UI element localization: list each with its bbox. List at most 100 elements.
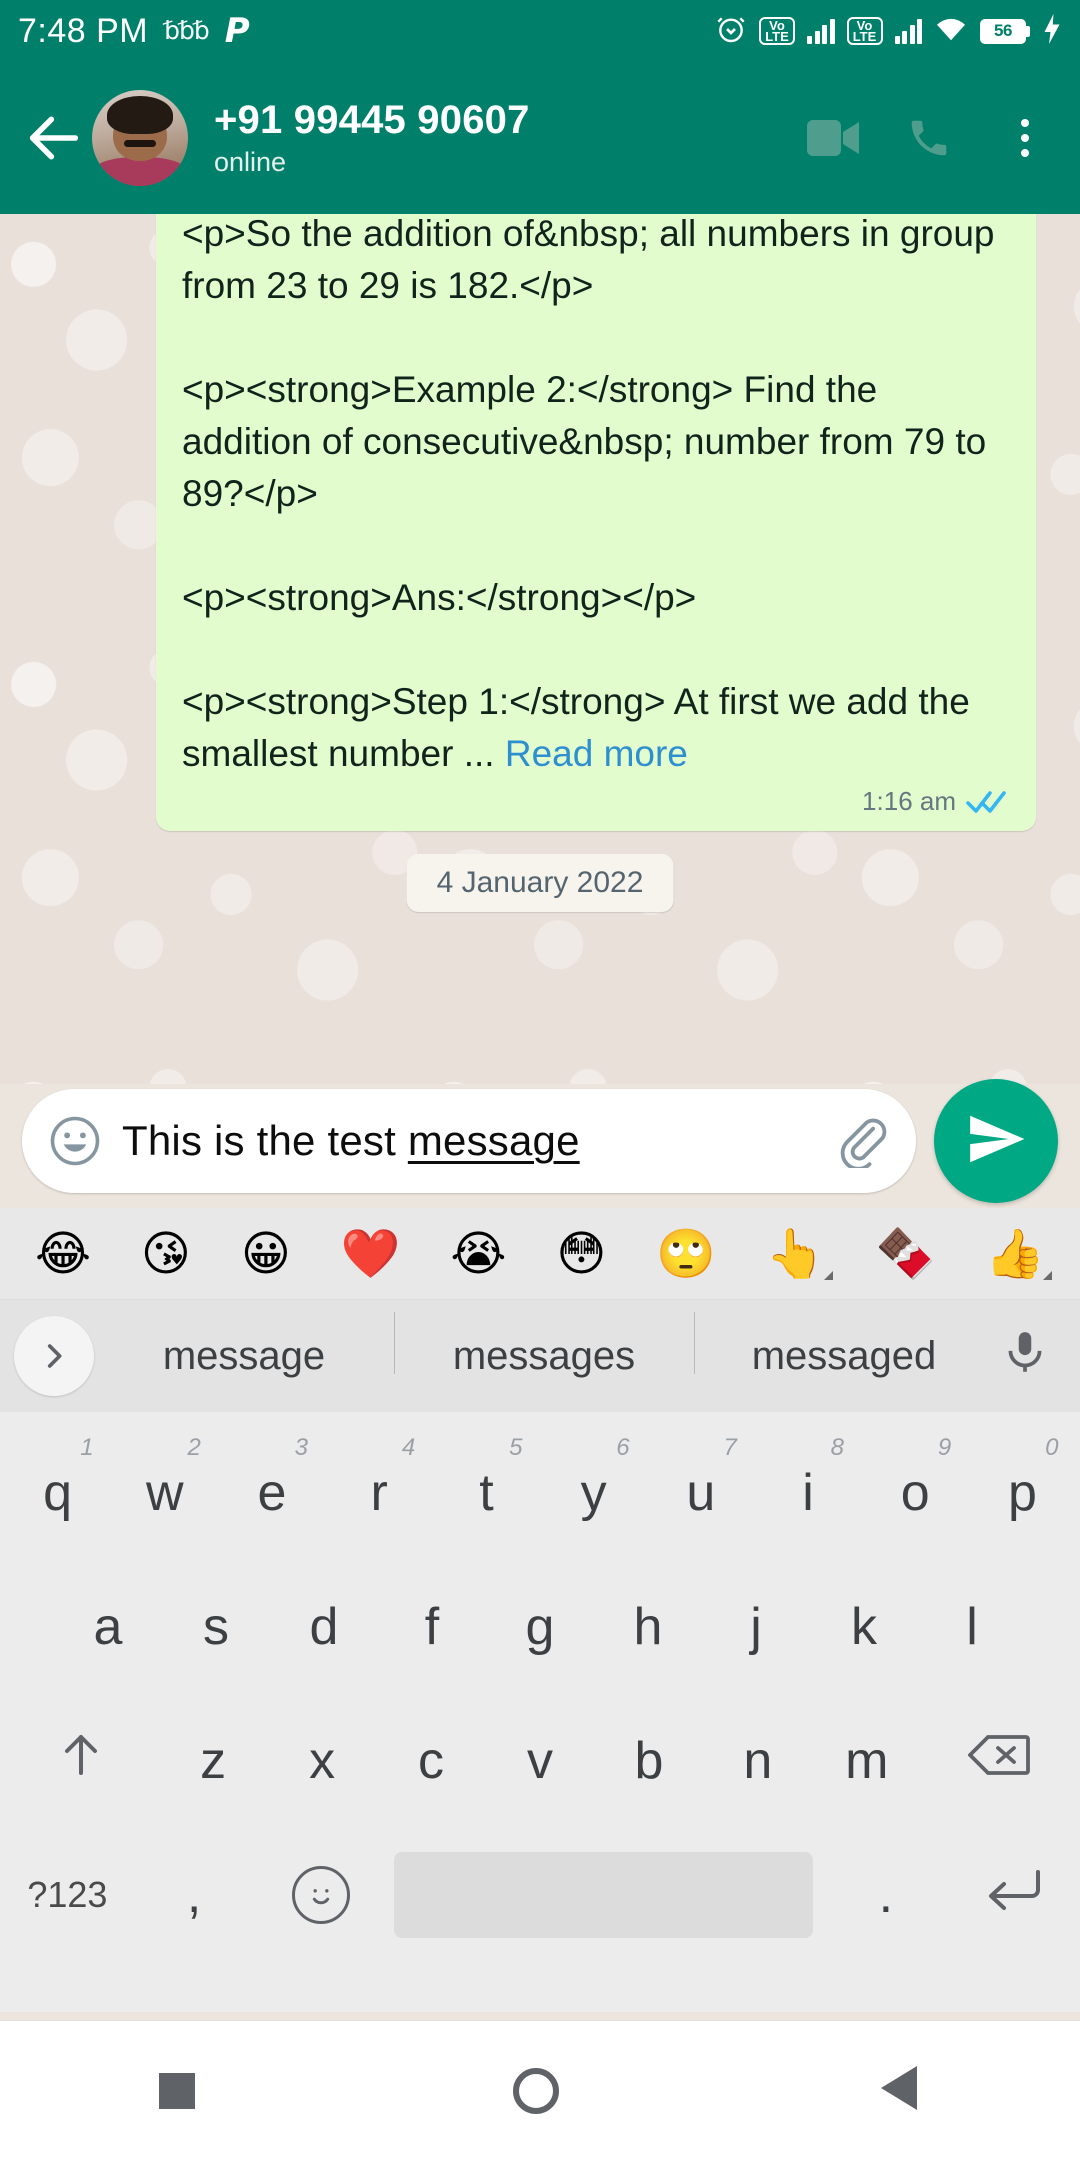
keyboard-row-2: a s d f g h j k l xyxy=(0,1560,1080,1694)
key-f[interactable]: f xyxy=(378,1560,486,1694)
back-arrow-icon[interactable] xyxy=(22,106,86,170)
emoji-quick-strip[interactable]: 😂 😘 😀 ❤️ 😭 😳 🙄 👆 🍫 👍 xyxy=(0,1208,1080,1300)
message-input[interactable]: This is the test message xyxy=(122,1117,816,1165)
emoji-face-with-rolling-eyes[interactable]: 🙄 xyxy=(656,1230,716,1278)
key-hint: 7 xyxy=(723,1434,737,1461)
chat-header-text[interactable]: +91 99445 90607 online xyxy=(214,98,530,178)
key-p[interactable]: 0p xyxy=(969,1426,1076,1560)
paperclip-icon[interactable] xyxy=(836,1114,890,1171)
signal-bars-2 xyxy=(894,18,922,44)
key-i[interactable]: 8i xyxy=(754,1426,861,1560)
key-v[interactable]: v xyxy=(486,1694,595,1828)
message-text: <p>So the addition of&nbsp; all numbers … xyxy=(182,214,995,774)
emoji-grinning-face[interactable]: 😀 xyxy=(241,1230,291,1278)
keyboard-row-1: 1q 2w 3e 4r 5t 6y 7u 8i 9o 0p xyxy=(0,1426,1080,1560)
message-input-pill[interactable]: This is the test message xyxy=(22,1089,916,1193)
comma-key[interactable]: , xyxy=(131,1828,258,1962)
emoji-red-heart[interactable]: ❤️ xyxy=(341,1230,401,1278)
keyboard-row-4: ?123 , . xyxy=(0,1828,1080,1962)
input-text-composing: message xyxy=(407,1117,580,1164)
status-bar-left: 7:48 PM ␢␢␢ P xyxy=(18,11,250,51)
phone-call-icon[interactable] xyxy=(902,111,956,165)
backspace-key[interactable] xyxy=(921,1694,1076,1828)
keyboard-row-3: z x c v b n m xyxy=(0,1694,1080,1828)
date-divider: 4 January 2022 xyxy=(406,854,674,912)
key-hint: 1 xyxy=(80,1434,94,1461)
emoji-flushed-face[interactable]: 😳 xyxy=(556,1230,606,1278)
key-d[interactable]: d xyxy=(270,1560,378,1694)
key-l[interactable]: l xyxy=(918,1560,1026,1694)
emoji-loudly-crying-face[interactable]: 😭 xyxy=(450,1230,506,1278)
emoji-thumbs-up[interactable]: 👍 xyxy=(985,1230,1052,1280)
send-button[interactable] xyxy=(934,1079,1058,1203)
key-r[interactable]: 4r xyxy=(326,1426,433,1560)
status-time: 7:48 PM xyxy=(18,11,149,50)
suggestion-0[interactable]: message xyxy=(94,1334,394,1379)
avatar[interactable] xyxy=(92,90,188,186)
emoji-chocolate-bar[interactable]: 🍫 xyxy=(876,1230,936,1278)
key-y[interactable]: 6y xyxy=(540,1426,647,1560)
shift-key[interactable] xyxy=(4,1694,159,1828)
key-b[interactable]: b xyxy=(594,1694,703,1828)
key-hint: 0 xyxy=(1045,1434,1059,1461)
emoji-smiley-icon[interactable] xyxy=(48,1114,102,1168)
key-s[interactable]: s xyxy=(162,1560,270,1694)
chat-message-list[interactable]: <p>So the addition of&nbsp; all numbers … xyxy=(0,214,1080,1084)
key-o[interactable]: 9o xyxy=(862,1426,969,1560)
on-screen-keyboard[interactable]: 1q 2w 3e 4r 5t 6y 7u 8i 9o 0p a s d f g … xyxy=(0,1412,1080,2012)
emoji-backhand-index-pointing-up[interactable]: 👆 xyxy=(766,1230,833,1280)
key-hint: 9 xyxy=(937,1434,952,1461)
send-icon xyxy=(965,1108,1027,1175)
home-circle-icon[interactable] xyxy=(513,2067,559,2114)
signal-bars-1 xyxy=(807,18,835,44)
key-a[interactable]: a xyxy=(54,1560,162,1694)
video-call-icon[interactable] xyxy=(806,111,860,165)
back-triangle-icon[interactable] xyxy=(877,2064,921,2117)
key-h[interactable]: h xyxy=(594,1560,702,1694)
input-text-plain: This is the test xyxy=(122,1117,408,1164)
recents-square-icon[interactable] xyxy=(159,2072,195,2109)
suggestion-1[interactable]: messages xyxy=(394,1311,694,1379)
emoji-face-blowing-a-kiss[interactable]: 😘 xyxy=(141,1230,191,1278)
key-e[interactable]: 3e xyxy=(218,1426,325,1560)
key-w[interactable]: 2w xyxy=(111,1426,218,1560)
key-hint: 5 xyxy=(509,1434,523,1461)
key-n[interactable]: n xyxy=(703,1694,812,1828)
microphone-icon[interactable] xyxy=(1000,1328,1056,1384)
key-x[interactable]: x xyxy=(268,1694,377,1828)
keyboard-suggestion-bar: message messages messaged xyxy=(0,1300,1080,1412)
suggestion-2[interactable]: messaged xyxy=(694,1311,994,1379)
emoji-keyboard-icon[interactable] xyxy=(258,1828,385,1962)
battery-icon: 56 xyxy=(980,18,1030,44)
enter-key[interactable] xyxy=(949,1828,1076,1962)
volte-icon-2: Vo LTE xyxy=(846,17,883,45)
symbols-key[interactable]: ?123 xyxy=(4,1828,131,1962)
key-hint: 6 xyxy=(616,1434,630,1461)
phonepe-app-icon: P xyxy=(224,11,250,51)
phone-screen: 7:48 PM ␢␢␢ P Vo LTE Vo LTE 56 +91 99445… xyxy=(0,0,1080,2160)
more-options-icon[interactable] xyxy=(998,111,1052,165)
key-hint: 4 xyxy=(401,1434,416,1461)
battery-level-text: 56 xyxy=(980,18,1026,44)
key-u[interactable]: 7u xyxy=(647,1426,754,1560)
wifi-icon xyxy=(934,15,968,48)
alarm-icon xyxy=(715,13,747,50)
period-key[interactable]: . xyxy=(823,1828,950,1962)
key-t[interactable]: 5t xyxy=(433,1426,540,1560)
key-q[interactable]: 1q xyxy=(4,1426,111,1560)
key-hint: 8 xyxy=(830,1434,845,1461)
key-c[interactable]: c xyxy=(377,1694,486,1828)
key-k[interactable]: k xyxy=(810,1560,918,1694)
read-more-link[interactable]: Read more xyxy=(505,733,688,774)
key-z[interactable]: z xyxy=(159,1694,268,1828)
emoji-circle-glyph xyxy=(291,1866,350,1924)
space-key[interactable] xyxy=(394,1852,813,1938)
chevron-right-icon[interactable] xyxy=(14,1316,94,1396)
message-meta: 1:16 am xyxy=(182,786,1010,817)
key-m[interactable]: m xyxy=(812,1694,921,1828)
key-g[interactable]: g xyxy=(486,1560,594,1694)
key-j[interactable]: j xyxy=(702,1560,810,1694)
emoji-face-with-tears-of-joy[interactable]: 😂 xyxy=(35,1230,91,1278)
message-bubble-outgoing[interactable]: <p>So the addition of&nbsp; all numbers … xyxy=(156,214,1036,831)
keyboard-icon: ␢␢␢ xyxy=(164,17,210,45)
